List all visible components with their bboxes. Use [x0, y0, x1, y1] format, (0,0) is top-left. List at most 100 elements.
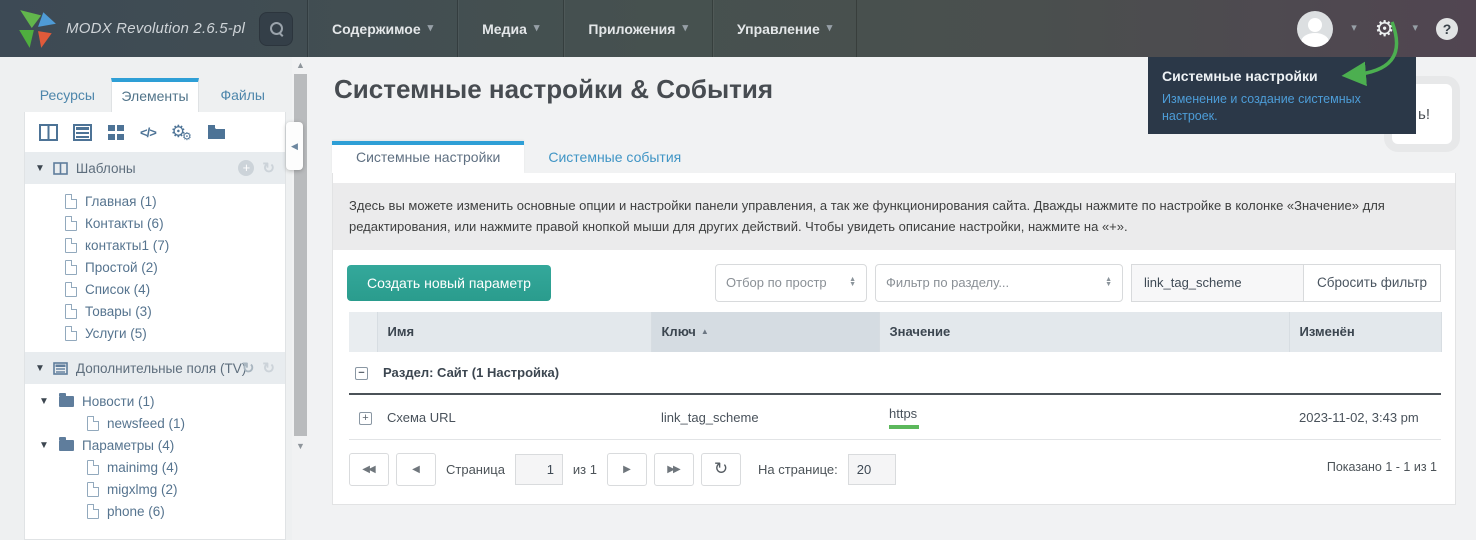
templates-tree: Главная (1) Контакты (6) контакты1 (7) П… — [25, 184, 285, 352]
tree-item-template[interactable]: Услуги (5) — [25, 322, 285, 344]
tree-item-template[interactable]: Главная (1) — [25, 190, 285, 212]
tree-item-label: Контакты (6) — [85, 215, 164, 231]
next-page-button[interactable]: ▶ — [607, 452, 647, 486]
tree-item-label: newsfeed (1) — [107, 415, 186, 431]
modx-logo-icon[interactable] — [16, 8, 58, 50]
area-filter-select[interactable]: Фильтр по разделу... ▲ ▼ — [875, 263, 1123, 302]
pagination-summary: Показано 1 - 1 из 1 — [1326, 460, 1437, 475]
first-page-button[interactable]: ◀◀ — [349, 452, 389, 486]
templates-section-header[interactable]: ▼ Шаблоны + ↻ — [25, 152, 285, 184]
column-header-modified[interactable]: Изменён — [1289, 311, 1442, 352]
tv-list-icon[interactable] — [73, 123, 92, 141]
plugins-gears-icon[interactable]: ⚙ ⚙ — [171, 122, 192, 143]
folder-icon — [59, 392, 74, 407]
tree-item-tv[interactable]: phone (6) — [25, 500, 285, 522]
setting-value-cell[interactable]: https — [879, 393, 1289, 441]
chevron-down-icon: ▾ — [533, 22, 540, 34]
per-page-input[interactable] — [847, 453, 896, 485]
expand-row-icon[interactable]: + — [359, 412, 372, 426]
search-button[interactable] — [259, 11, 294, 46]
pagination-bar: ◀◀ ◀ Страница из 1 ▶ ▶▶ ↻ На странице: П… — [349, 449, 1439, 489]
tree-folder-params[interactable]: ▼ Параметры (4) — [25, 434, 285, 456]
tree-item-label: phone (6) — [107, 503, 165, 519]
column-header-key[interactable]: Ключ ▲ — [651, 311, 880, 352]
tree-item-tv[interactable]: mainimg (4) — [25, 456, 285, 478]
setting-row[interactable]: + Схема URL link_tag_scheme https 2023-1… — [349, 393, 1441, 441]
categories-folder-icon[interactable] — [207, 124, 226, 140]
refresh-icon[interactable]: ↻ — [242, 359, 255, 377]
area-filter-placeholder: Фильтр по разделу... — [886, 275, 1010, 291]
menu-media[interactable]: Медиа ▾ — [457, 0, 563, 57]
sidebar-collapse-handle[interactable]: ◀ — [286, 122, 303, 170]
document-icon — [87, 415, 99, 431]
refresh-grid-button[interactable]: ↻ — [701, 452, 741, 486]
tab-elements[interactable]: Элементы — [110, 78, 200, 112]
per-page-label: На странице: — [758, 461, 838, 477]
tree-item-label: Параметры (4) — [82, 437, 175, 453]
settings-grid: Имя Ключ ▲ Значение Изменён − Раздел: Сай… — [349, 311, 1442, 441]
tree-item-label: Услуги (5) — [85, 325, 147, 341]
tab-files[interactable]: Файлы — [199, 78, 286, 112]
template-icon — [53, 161, 68, 175]
sidebar-tabs: Ресурсы Элементы Файлы — [24, 78, 286, 112]
page-title: Системные настройки & События — [334, 74, 774, 104]
collapse-group-icon[interactable]: − — [355, 367, 368, 381]
page-number-input[interactable] — [514, 453, 563, 485]
navbar-right-cluster: ▾ ⚙ ▾ ? — [1297, 0, 1458, 57]
templates-section-label: Шаблоны — [75, 160, 136, 176]
chevron-down-icon[interactable]: ▾ — [1412, 23, 1418, 34]
menu-content[interactable]: Содержимое ▾ — [307, 0, 457, 57]
tab-system-events[interactable]: Системные события — [524, 141, 705, 173]
add-template-icon[interactable]: + — [238, 160, 255, 176]
prev-page-button[interactable]: ◀ — [396, 452, 436, 486]
settings-panel: Здесь вы можете изменить основные опции … — [332, 173, 1456, 505]
menu-extras[interactable]: Приложения ▾ — [563, 0, 712, 57]
tree-item-label: Список (4) — [85, 281, 151, 297]
main-menu: Содержимое ▾ Медиа ▾ Приложения ▾ Управл… — [307, 0, 858, 57]
folder-icon — [59, 436, 74, 451]
scroll-up-icon[interactable]: ▲ — [296, 60, 305, 70]
column-header-name[interactable]: Имя — [377, 311, 652, 352]
caret-down-icon: ▼ — [39, 395, 49, 407]
scroll-down-icon[interactable]: ▼ — [296, 441, 305, 451]
snippets-code-icon[interactable]: </> — [140, 125, 157, 140]
tree-folder-news[interactable]: ▼ Новости (1) — [25, 390, 285, 412]
tree-item-template[interactable]: Список (4) — [25, 278, 285, 300]
last-page-button[interactable]: ▶▶ — [654, 452, 694, 486]
grid-filters: Отбор по простр ▲ ▼ Фильтр по разделу... … — [707, 263, 1441, 302]
tv-section-header[interactable]: ▼ Дополнительные поля (TV) ↻ ↻ — [25, 352, 285, 384]
user-avatar[interactable] — [1297, 10, 1334, 47]
tree-item-template[interactable]: контакты1 (7) — [25, 234, 285, 256]
menu-media-label: Медиа — [482, 20, 527, 37]
column-header-value[interactable]: Значение — [879, 311, 1290, 352]
namespace-filter-select[interactable]: Отбор по простр ▲ ▼ — [715, 263, 867, 302]
tree-item-template[interactable]: Товары (3) — [25, 300, 285, 322]
help-icon[interactable]: ? — [1436, 17, 1458, 40]
menu-manage-label: Управление — [737, 20, 820, 37]
chevron-down-icon[interactable]: ▾ — [1351, 23, 1357, 34]
tree-item-tv[interactable]: newsfeed (1) — [25, 412, 285, 434]
tree-item-label: Главная (1) — [85, 193, 157, 209]
chunks-grid-icon[interactable] — [107, 124, 125, 141]
refresh-icon[interactable]: ↻ — [262, 359, 275, 377]
tree-item-tv[interactable]: migxlmg (2) — [25, 478, 285, 500]
menu-manage[interactable]: Управление ▾ — [712, 0, 858, 57]
setting-modified-cell: 2023-11-02, 3:43 pm — [1289, 393, 1441, 441]
elements-tree-panel: </> ⚙ ⚙ ▼ Шаблоны + ↻ Главная (1) Контакт… — [24, 112, 286, 540]
gear-icon[interactable]: ⚙ — [1375, 17, 1395, 40]
group-row-site[interactable]: − Раздел: Сайт (1 Настройка) — [349, 351, 1441, 395]
tree-item-template[interactable]: Контакты (6) — [25, 212, 285, 234]
tab-resources[interactable]: Ресурсы — [24, 78, 111, 112]
chevron-left-icon: ◀ — [291, 140, 298, 151]
search-filter-input[interactable] — [1131, 263, 1303, 302]
refresh-icon[interactable]: ↻ — [262, 159, 275, 177]
caret-down-icon: ▼ — [35, 362, 45, 374]
templates-icon[interactable] — [39, 123, 58, 141]
create-setting-button[interactable]: Создать новый параметр — [347, 264, 551, 301]
tree-item-template[interactable]: Простой (2) — [25, 256, 285, 278]
app-version-title: MODX Revolution 2.6.5-pl — [66, 20, 246, 37]
chevron-down-icon: ▾ — [826, 22, 833, 34]
document-icon — [65, 281, 77, 297]
tab-system-settings[interactable]: Системные настройки — [332, 141, 525, 173]
clear-filter-button[interactable]: Сбросить фильтр — [1303, 263, 1441, 302]
